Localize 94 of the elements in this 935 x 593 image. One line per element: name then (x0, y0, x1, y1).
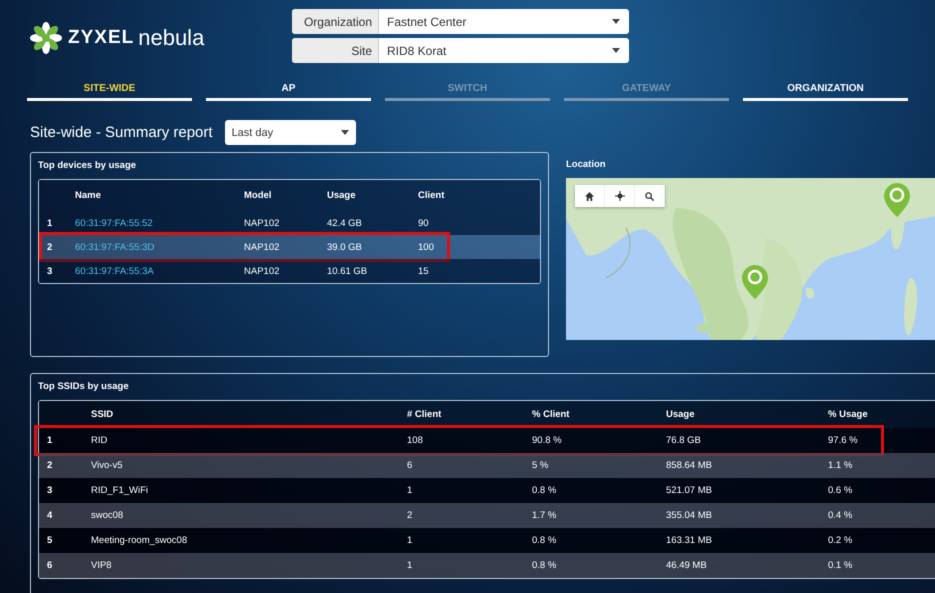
brand-name: ZYXEL (68, 27, 134, 49)
table-cell-text: NAP102 (244, 242, 280, 252)
table-cell-text: 76.8 GB (666, 435, 702, 446)
device-link[interactable]: 60:31:97:FA:55:52 (75, 218, 244, 228)
table-cell-text: Vivo-v5 (91, 460, 124, 471)
row-index: 2 (46, 242, 54, 252)
table-cell-text: 90 (418, 218, 430, 228)
column-header: # Client (407, 409, 442, 420)
table-cell-text: 2 (407, 510, 414, 521)
search-button[interactable] (635, 185, 665, 207)
table-cell-text: VIP8 (91, 560, 113, 571)
table-cell-text: 163.31 MB (666, 535, 713, 546)
nav-tab[interactable]: ORGANIZATION (743, 75, 908, 101)
caret-icon (612, 19, 620, 24)
column-header: % Usage (828, 409, 869, 420)
table-cell-text: 5 % (532, 460, 550, 471)
table-cell-text: 97.6 % (828, 435, 859, 446)
table-cell-text: 100 (418, 242, 435, 252)
table-cell-text: 0.8 % (532, 535, 558, 546)
selector-field[interactable]: Site RID8 Korat (292, 38, 629, 63)
table-cell-text: 6 (407, 460, 414, 471)
search-icon (645, 192, 654, 200)
caret-icon (340, 130, 349, 135)
table-cell-text: 521.07 MB (666, 485, 713, 496)
table-cell-text: 1.7 % (532, 510, 558, 521)
row-index: 4 (46, 510, 54, 521)
table-cell-text: 355.04 MB (666, 510, 713, 521)
row-index: 2 (46, 460, 54, 471)
nav-tab[interactable]: AP (206, 75, 371, 101)
table-cell-text: 0.6 % (828, 485, 854, 496)
locate-button[interactable] (605, 185, 635, 207)
table-cell-text: 39.0 GB (327, 242, 363, 252)
row-index: 5 (46, 535, 54, 546)
table-cell-text: RID (91, 435, 108, 446)
device-link[interactable]: 60:31:97:FA:55:3D (75, 242, 244, 252)
table-cell-text: 1 (407, 485, 414, 496)
table-cell-text: 1.1 % (828, 460, 854, 471)
ssid-row[interactable]: 6 VIP8 1 0.8 % 46.49 MB 0.1 % (39, 553, 935, 578)
table-cell-text: 46.49 MB (666, 560, 708, 571)
column-header: SSID (91, 409, 114, 420)
selector-label: Site (292, 38, 379, 63)
panel-title: Top devices by usage (38, 160, 138, 171)
ssid-row[interactable]: 3 RID_F1_WiFi 1 0.8 % 521.07 MB 0.6 % (39, 478, 935, 503)
ssid-row[interactable]: 2 Vivo-v5 6 5 % 858.64 MB 1.1 % (39, 453, 935, 478)
selector-value: Fastnet Center (387, 14, 466, 28)
device-row[interactable]: 1 60:31:97:FA:55:52 NAP102 42.4 GB 90 (39, 211, 540, 235)
table-cell-text: 1 (407, 535, 414, 546)
table-cell-text: 0.8 % (532, 485, 558, 496)
column-header: Name (75, 190, 102, 201)
table-cell-text: 858.64 MB (666, 460, 713, 471)
period-dropdown[interactable]: Last day (224, 120, 356, 145)
table-cell-text: 90.8 % (532, 435, 563, 446)
column-header: Usage (327, 190, 357, 201)
selector-value: RID8 Korat (387, 44, 446, 58)
home-icon (585, 192, 594, 200)
home-button[interactable] (575, 185, 605, 207)
table-cell-text: 10.61 GB (327, 266, 368, 276)
table-cell-text: 1 (407, 560, 414, 571)
selector-field[interactable]: Organization Fastnet Center (292, 9, 629, 34)
panel-title: Location (566, 159, 607, 170)
row-index: 3 (46, 266, 54, 276)
row-index: 1 (46, 435, 54, 446)
column-header: % Client (532, 409, 570, 420)
table-cell-text: swoc08 (91, 510, 124, 521)
table-cell-text: 0.2 % (828, 535, 854, 546)
device-row[interactable]: 3 60:31:97:FA:55:3A NAP102 10.61 GB 15 (39, 259, 540, 283)
table-cell-text: 42.4 GB (327, 218, 363, 228)
caret-icon (612, 48, 620, 53)
ssid-row[interactable]: 4 swoc08 2 1.7 % 355.04 MB 0.4 % (39, 503, 935, 528)
row-index: 3 (46, 485, 54, 496)
table-cell-text: 108 (407, 435, 424, 446)
device-row[interactable]: 2 60:31:97:FA:55:3D NAP102 39.0 GB 100 (39, 235, 540, 259)
table-cell-text: 15 (418, 266, 430, 276)
panel-title: Top SSIDs by usage (38, 381, 130, 392)
column-header: Model (244, 190, 272, 201)
table-cell-text: NAP102 (244, 266, 280, 276)
column-header: Client (418, 190, 446, 201)
table-cell-text: Meeting-room_swoc08 (91, 535, 188, 546)
row-index: 6 (46, 560, 54, 571)
table-cell-text: NAP102 (244, 218, 280, 228)
table-cell-text: 0.8 % (532, 560, 558, 571)
nav-tab[interactable]: SITE-WIDE (27, 75, 192, 101)
ssid-row[interactable]: 5 Meeting-room_swoc08 1 0.8 % 163.31 MB 0.2 % (39, 528, 935, 553)
column-header: Usage (666, 409, 696, 420)
flower-logo-icon (30, 22, 62, 54)
row-index: 1 (46, 218, 54, 228)
page-title: Site-wide - Summary report (30, 124, 213, 141)
selector-label: Organization (292, 9, 379, 34)
table-cell-text: 0.4 % (828, 510, 854, 521)
crosshair-icon (614, 191, 624, 201)
table-cell-text: RID_F1_WiFi (91, 485, 150, 496)
table-cell-text: 0.1 % (828, 560, 854, 571)
product-name: nebula (138, 25, 204, 51)
device-link[interactable]: 60:31:97:FA:55:3A (75, 266, 244, 276)
